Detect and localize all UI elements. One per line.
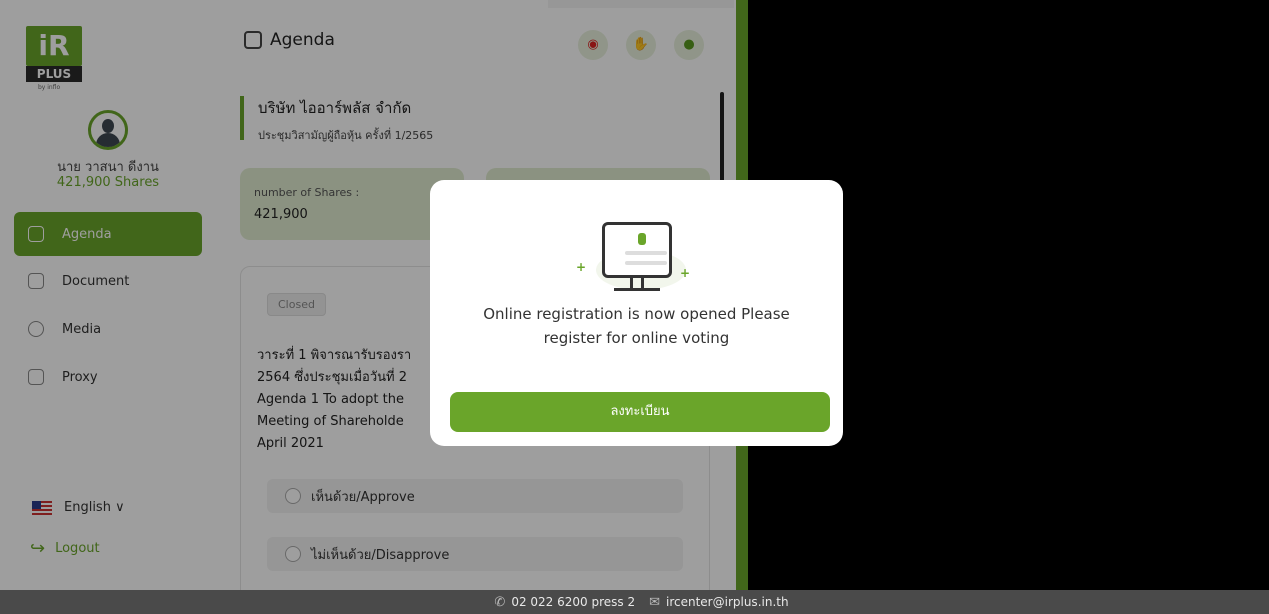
monitor-illustration [596, 222, 686, 300]
register-button[interactable]: ลงทะเบียน [450, 392, 830, 432]
monitor-base [614, 288, 660, 291]
app-root: iR PLUS by inflo นาย วาสนา ดีงาน 421,900… [0, 0, 1269, 614]
footer-email[interactable]: ircenter@irplus.in.th [666, 595, 789, 609]
footer-phone[interactable]: 02 022 6200 press 2 [511, 595, 635, 609]
screen-line [625, 251, 667, 255]
registration-modal: + + Online registration is now opened Pl… [430, 180, 843, 446]
screen-line [625, 261, 667, 265]
mail-icon: ✉ [649, 594, 660, 610]
modal-message: Online registration is now opened Please… [483, 305, 790, 347]
monitor-stand [630, 278, 644, 288]
sparkle-icon: + [576, 260, 587, 274]
user-icon [638, 233, 646, 245]
sparkle-icon: + [680, 266, 691, 280]
monitor-screen [602, 222, 672, 278]
footer-bar: ✆ 02 022 6200 press 2 ✉ ircenter@irplus.… [0, 590, 1269, 614]
phone-icon: ✆ [494, 594, 506, 610]
